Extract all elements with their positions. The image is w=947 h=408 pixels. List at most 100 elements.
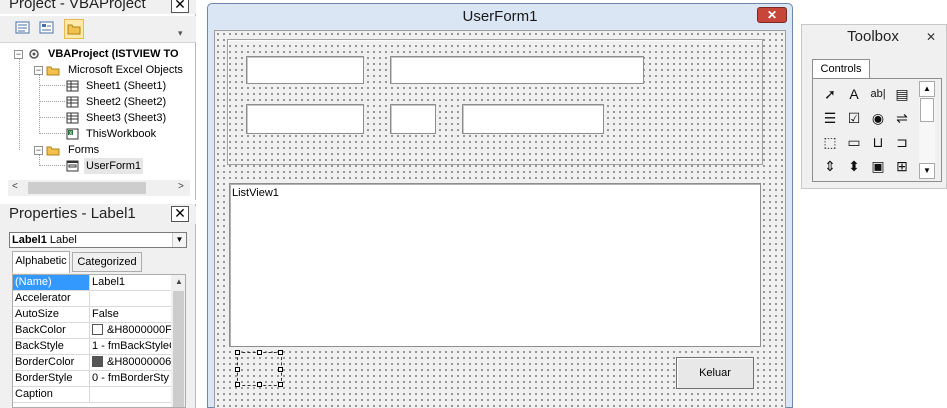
select-objects-icon[interactable]: ➚	[819, 83, 841, 105]
spinbutton-icon[interactable]: ⬍	[843, 155, 865, 177]
tree-item-excel-objects[interactable]: − Microsoft Excel Objects	[34, 62, 190, 78]
object-selector-combo[interactable]: Label1 Label ▼	[9, 232, 187, 248]
worksheet-icon	[66, 80, 79, 92]
properties-pane: Properties - Label1 ✕ Label1 Label ▼ Alp…	[0, 204, 196, 408]
property-name: (Name)	[13, 275, 90, 290]
scroll-thumb[interactable]	[920, 98, 934, 122]
property-value[interactable]	[91, 291, 171, 306]
resize-handle[interactable]	[235, 382, 240, 387]
project-pane-close-button[interactable]: ✕	[171, 0, 189, 13]
label-icon[interactable]: A	[843, 83, 865, 105]
label1-selected-control[interactable]	[235, 350, 283, 387]
tree-item-forms[interactable]: − Forms	[34, 142, 190, 158]
property-value[interactable]: Label1	[91, 275, 171, 290]
commandbutton-icon[interactable]: ▭	[843, 131, 865, 153]
color-swatch	[92, 324, 103, 335]
property-value[interactable]: False	[91, 307, 171, 322]
collapse-icon[interactable]: −	[14, 50, 23, 59]
image-icon[interactable]: ▣	[867, 155, 889, 177]
textbox-2[interactable]	[390, 56, 644, 84]
tree-item-sheet1[interactable]: Sheet1 (Sheet1)	[66, 78, 190, 94]
userform-close-button[interactable]: ✕	[757, 7, 787, 23]
property-value[interactable]	[91, 387, 171, 402]
textbox-4[interactable]	[390, 104, 436, 134]
properties-pane-title: Properties - Label1	[0, 206, 196, 224]
tab-categorized[interactable]: Categorized	[72, 252, 142, 272]
project-explorer-pane: Project - VBAProject ✕ ▾ − VBAProject (I…	[0, 0, 196, 200]
tree-item-sheet2[interactable]: Sheet2 (Sheet2)	[66, 94, 190, 110]
scroll-up-icon[interactable]: ▲	[919, 81, 935, 97]
property-row[interactable]: BackColor &H8000000F	[13, 323, 171, 339]
frame-control[interactable]	[227, 39, 763, 165]
resize-handle[interactable]	[257, 350, 262, 355]
properties-vertical-scrollbar[interactable]: ▲	[171, 275, 185, 407]
property-value[interactable]: &H80000006	[91, 355, 171, 370]
tree-item-userform1[interactable]: UserForm1	[66, 158, 190, 174]
resize-handle[interactable]	[235, 350, 240, 355]
resize-handle[interactable]	[278, 350, 283, 355]
checkbox-icon[interactable]: ☑	[843, 107, 865, 129]
collapse-icon[interactable]: −	[34, 66, 43, 75]
worksheet-icon	[66, 112, 79, 124]
toolbox-controls-grid: ➚ Aab| ▤ ☰ ☑ ◉ ⇌ ⬚ ▭ ⊔ ⊐ ⇕ ⬍ ▣ ⊞ ▲ ▼	[812, 78, 942, 182]
textbox-1[interactable]	[246, 56, 364, 84]
combobox-icon[interactable]: ▤	[891, 83, 913, 105]
property-value[interactable]: 0 - fmBorderSty	[91, 371, 171, 386]
tree-item-sheet3[interactable]: Sheet3 (Sheet3)	[66, 110, 190, 126]
property-row[interactable]: (Name) Label1	[13, 275, 171, 291]
toolbar-overflow-icon[interactable]: ▾	[178, 28, 183, 39]
property-value[interactable]: &H8000000F	[91, 323, 171, 338]
tabstrip-icon[interactable]: ⊔	[867, 131, 889, 153]
resize-handle[interactable]	[278, 382, 283, 387]
textbox-5[interactable]	[462, 104, 604, 134]
listview-control[interactable]: ListView1	[229, 183, 761, 347]
resize-handle[interactable]	[235, 367, 240, 372]
scroll-down-icon[interactable]: ▼	[919, 163, 935, 179]
tree-item-vbaproject[interactable]: − VBAProject (ISTVIEW TO	[14, 46, 190, 62]
tab-alphabetic[interactable]: Alphabetic	[12, 251, 70, 273]
property-name: Accelerator	[13, 291, 90, 306]
scroll-thumb[interactable]	[173, 291, 184, 407]
workbook-icon: X	[66, 128, 79, 140]
frame-icon[interactable]: ⬚	[819, 131, 841, 153]
tree-item-thisworkbook[interactable]: X ThisWorkbook	[66, 126, 190, 142]
tree-item-label: VBAProject (ISTVIEW TO	[48, 48, 179, 60]
resize-handle[interactable]	[257, 382, 262, 387]
userform-canvas[interactable]: ListView1 Keluar	[214, 30, 786, 408]
folder-open-icon	[46, 66, 60, 76]
property-row[interactable]: BorderColor &H80000006	[13, 355, 171, 371]
keluar-button[interactable]: Keluar	[676, 357, 754, 389]
textbox-icon[interactable]: ab|	[867, 83, 889, 105]
toolbox-scrollbar[interactable]: ▲ ▼	[919, 81, 935, 179]
view-code-button[interactable]	[13, 19, 33, 39]
textbox-3[interactable]	[246, 104, 364, 134]
scroll-left-icon[interactable]: <	[12, 181, 18, 192]
optionbutton-icon[interactable]: ◉	[867, 107, 889, 129]
property-row[interactable]: AutoSize False	[13, 307, 171, 323]
togglebutton-icon[interactable]: ⇌	[891, 107, 913, 129]
property-row[interactable]: BackStyle 1 - fmBackStyleO	[13, 339, 171, 355]
chevron-down-icon[interactable]: ▼	[172, 233, 186, 247]
property-value[interactable]: 1 - fmBackStyleO	[91, 339, 171, 354]
scroll-up-icon[interactable]: ▲	[175, 277, 183, 286]
property-row[interactable]: Accelerator	[13, 291, 171, 307]
properties-pane-close-button[interactable]: ✕	[171, 206, 189, 222]
toolbox-close-button[interactable]: ✕	[922, 29, 940, 45]
refedit-icon[interactable]: ⊞	[891, 155, 913, 177]
project-horizontal-scrollbar[interactable]: < >	[8, 180, 190, 196]
listbox-icon[interactable]: ☰	[819, 107, 841, 129]
scroll-thumb[interactable]	[28, 182, 146, 194]
multipage-icon[interactable]: ⊐	[891, 131, 913, 153]
view-object-button[interactable]	[37, 19, 57, 39]
color-value: &H80000006	[107, 356, 171, 368]
property-row[interactable]: Caption	[13, 387, 171, 403]
toggle-folders-button[interactable]	[64, 19, 84, 39]
collapse-icon[interactable]: −	[34, 146, 43, 155]
tree-item-label: Sheet1 (Sheet1)	[86, 80, 167, 92]
property-name: AutoSize	[13, 307, 90, 322]
tab-controls[interactable]: Controls	[812, 59, 870, 79]
property-row[interactable]: BorderStyle 0 - fmBorderSty	[13, 371, 171, 387]
scrollbar-icon[interactable]: ⇕	[819, 155, 841, 177]
scroll-right-icon[interactable]: >	[178, 181, 184, 192]
resize-handle[interactable]	[278, 367, 283, 372]
